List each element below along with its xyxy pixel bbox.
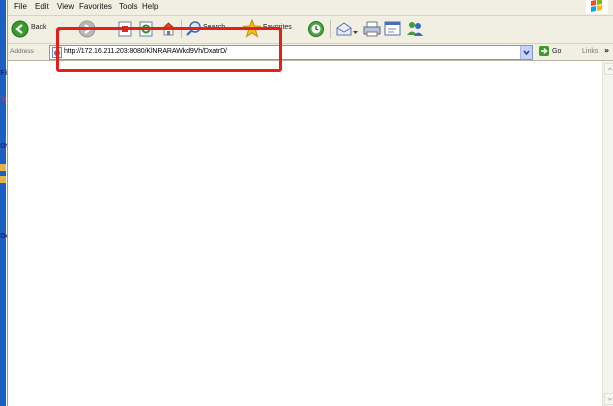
chevron-up-icon xyxy=(607,67,613,71)
vertical-scrollbar[interactable] xyxy=(602,61,613,406)
links-toolbar-label[interactable]: Links xyxy=(582,48,598,55)
ie-window: File Edit View Favorites Tools Help Back xyxy=(7,0,613,406)
address-highlight-annotation xyxy=(56,27,282,72)
messenger-icon xyxy=(407,22,423,36)
history-button[interactable] xyxy=(307,20,325,40)
folder-icon xyxy=(0,176,6,183)
print-button[interactable] xyxy=(363,21,381,39)
back-button[interactable] xyxy=(11,20,29,40)
folder-icon xyxy=(0,164,6,171)
go-button[interactable] xyxy=(539,46,549,56)
back-label[interactable]: Back xyxy=(31,24,47,31)
back-arrow-icon xyxy=(11,20,29,38)
menu-file[interactable]: File xyxy=(14,2,27,11)
toolbar-separator xyxy=(330,20,331,38)
go-arrow-icon xyxy=(541,47,548,55)
scroll-up-button[interactable] xyxy=(604,63,613,75)
page-content[interactable] xyxy=(8,61,602,406)
menu-edit[interactable]: Edit xyxy=(35,2,49,11)
windows-logo-icon xyxy=(586,0,608,14)
edit-page-icon xyxy=(384,21,401,36)
scroll-down-button[interactable] xyxy=(604,393,613,405)
menu-view[interactable]: View xyxy=(57,2,74,11)
chevron-down-icon xyxy=(523,50,530,56)
edit-button[interactable] xyxy=(384,21,402,39)
chevron-right-icon[interactable]: » xyxy=(604,46,609,55)
menu-favorites[interactable]: Favorites xyxy=(79,2,112,11)
printer-icon xyxy=(363,21,381,37)
menu-bar: File Edit View Favorites Tools Help xyxy=(8,0,613,16)
history-icon xyxy=(308,21,324,37)
menu-tools[interactable]: Tools xyxy=(119,2,138,11)
address-dropdown-button[interactable] xyxy=(520,46,532,59)
close-icon: ✕ xyxy=(0,95,8,105)
mail-icon xyxy=(336,22,352,36)
background-window-panel xyxy=(0,0,6,406)
address-label: Address xyxy=(10,48,34,55)
go-label[interactable]: Go xyxy=(552,48,561,55)
mail-dropdown-icon[interactable] xyxy=(353,28,358,37)
menu-help[interactable]: Help xyxy=(142,2,158,11)
chevron-down-icon xyxy=(607,397,613,401)
messenger-button[interactable] xyxy=(406,20,424,40)
mail-button[interactable] xyxy=(335,20,353,40)
